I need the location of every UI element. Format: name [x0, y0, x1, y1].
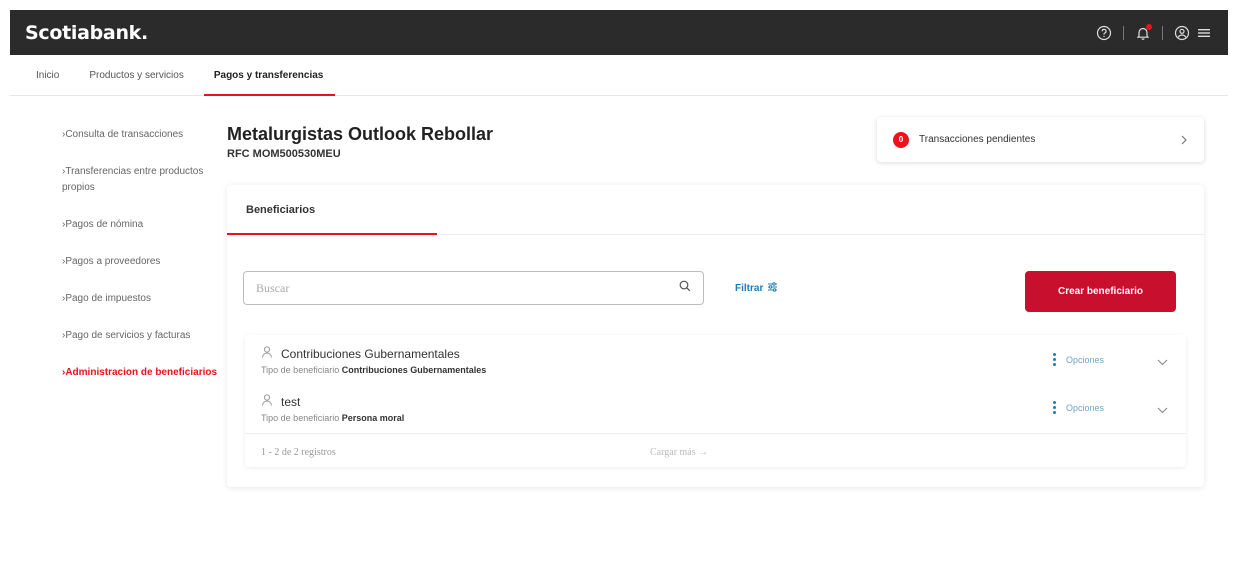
top-bar: Scotiabank.	[10, 10, 1228, 55]
sidebar-item-pagos-proveedores[interactable]: ›Pagos a proveedores	[62, 254, 222, 270]
filter-icon	[767, 282, 778, 295]
options-label: Opciones	[1066, 354, 1105, 365]
sidebar-item-pago-impuestos[interactable]: ›Pago de impuestos	[62, 291, 222, 307]
sidebar-item-transferencias-propios[interactable]: ›Transferencias entre productos propios	[62, 164, 222, 196]
company-rfc: RFC MOM500530MEU	[227, 148, 341, 160]
beneficiary-type-label: Tipo de beneficiario	[261, 365, 340, 375]
pagination-summary: 1 - 2 de 2 registros	[261, 447, 336, 458]
tab-beneficiarios[interactable]: Beneficiarios	[227, 185, 437, 235]
sidebar-item-administracion-beneficiarios[interactable]: ›Administracion de beneficiarios	[62, 365, 222, 381]
search-box[interactable]	[243, 271, 704, 305]
beneficiary-list: Contribuciones Gubernamentales Tipo de b…	[245, 335, 1186, 467]
pending-label: Transacciones pendientes	[919, 134, 1036, 145]
help-icon[interactable]	[1095, 24, 1113, 42]
beneficiary-type-value: Contribuciones Gubernamentales	[341, 365, 487, 375]
beneficiaries-card: Beneficiarios Filtrar Crear beneficiario…	[227, 185, 1204, 487]
search-icon[interactable]	[679, 279, 691, 297]
sidebar-item-pago-servicios-facturas[interactable]: ›Pago de servicios y facturas	[62, 328, 222, 344]
filter-label: Filtrar	[735, 283, 764, 294]
person-icon	[261, 345, 275, 362]
nav-productos-y-servicios[interactable]: Productos y servicios	[89, 55, 183, 96]
nav-pagos-y-transferencias[interactable]: Pagos y transferencias	[203, 55, 335, 96]
notification-dot	[1146, 23, 1152, 30]
filter-button[interactable]: Filtrar	[735, 282, 778, 295]
beneficiary-type-value: Persona moral	[341, 413, 405, 423]
sidebar: ›Consulta de transacciones ›Transferenci…	[62, 127, 222, 402]
menu-icon[interactable]	[1195, 24, 1213, 42]
options-button[interactable]: Opciones	[1053, 401, 1104, 414]
main-nav: Inicio Productos y servicios Pagos y tra…	[10, 55, 1228, 96]
options-button[interactable]: Opciones	[1053, 353, 1104, 366]
beneficiary-name: Contribuciones Gubernamentales	[281, 346, 460, 361]
tab-bar: Beneficiarios	[227, 185, 1204, 235]
page-title: Metalurgistas Outlook Rebollar	[227, 124, 494, 144]
separator	[1162, 25, 1163, 40]
create-beneficiary-button[interactable]: Crear beneficiario	[1025, 271, 1176, 312]
list-item: Contribuciones Gubernamentales Tipo de b…	[245, 339, 1186, 383]
kebab-icon	[1053, 401, 1056, 414]
beneficiary-name: test	[281, 394, 301, 409]
chevron-right-icon	[1180, 132, 1188, 148]
user-icon[interactable]	[1173, 24, 1191, 42]
top-icons	[1095, 23, 1213, 42]
separator	[1123, 25, 1124, 40]
brand-logo[interactable]: Scotiabank.	[25, 22, 148, 44]
beneficiary-type-label: Tipo de beneficiario	[261, 413, 340, 423]
beneficiary-name-row: Contribuciones Gubernamentales	[261, 345, 460, 362]
pending-count-badge: 0	[893, 131, 909, 148]
beneficiary-type: Tipo de beneficiario Contribuciones Gube…	[261, 365, 486, 375]
sidebar-item-pagos-nomina[interactable]: ›Pagos de nómina	[62, 217, 222, 233]
kebab-icon	[1053, 353, 1056, 366]
pending-transactions-card[interactable]: 0 Transacciones pendientes	[877, 117, 1204, 162]
divider	[245, 433, 1186, 434]
nav-inicio[interactable]: Inicio	[36, 55, 59, 96]
options-label: Opciones	[1066, 402, 1105, 413]
beneficiary-name-row: test	[261, 393, 300, 410]
bell-icon[interactable]	[1134, 23, 1152, 42]
chevron-down-icon[interactable]	[1157, 401, 1168, 419]
chevron-down-icon[interactable]	[1157, 353, 1168, 371]
beneficiary-type: Tipo de beneficiario Persona moral	[261, 413, 404, 423]
search-input[interactable]	[256, 280, 679, 296]
page: Scotiabank. Inicio Productos y servicios…	[0, 0, 1237, 582]
load-more-link[interactable]: Cargar más →	[650, 447, 708, 458]
person-icon	[261, 393, 275, 410]
list-item: test Tipo de beneficiario Persona moral …	[245, 387, 1186, 431]
sidebar-item-consulta-transacciones[interactable]: ›Consulta de transacciones	[62, 127, 222, 143]
